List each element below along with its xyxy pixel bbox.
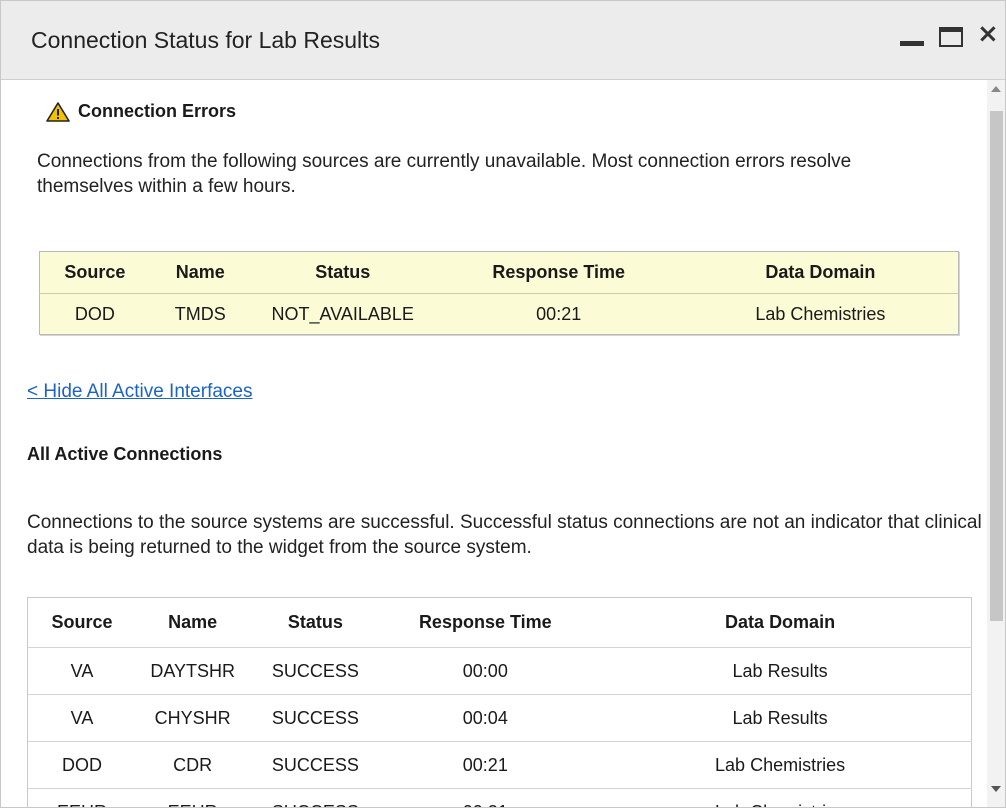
column-header-data-domain[interactable]: Data Domain (683, 252, 959, 294)
dialog-title: Connection Status for Lab Results (31, 27, 381, 53)
column-header-source[interactable]: Source (28, 598, 137, 648)
cell-response-time: 00:21 (381, 789, 589, 808)
table-row: VA DAYTSHR SUCCESS 00:00 Lab Results (27, 647, 972, 695)
active-connections-table: Source Name Status Response Time Data Do… (27, 597, 972, 807)
cell-status: SUCCESS (249, 789, 381, 808)
column-header-status[interactable]: Status (249, 598, 381, 648)
table-header-row: Source Name Status Response Time Data Do… (39, 252, 959, 294)
column-header-data-domain[interactable]: Data Domain (589, 598, 971, 648)
cell-response-time: 00:21 (536, 303, 582, 324)
connection-errors-heading: Connection Errors (46, 101, 236, 122)
cell-source: VA (70, 660, 94, 681)
active-connections-heading: All Active Connections (27, 444, 223, 464)
scroll-down-arrow-icon[interactable] (991, 786, 1001, 792)
hide-active-interfaces-link[interactable]: < Hide All Active Interfaces (27, 381, 252, 403)
table-row: EEHR EEHR SUCCESS 00:21 Lab Chemistries (27, 788, 972, 808)
cell-response-time: 00:00 (462, 660, 508, 681)
close-icon[interactable]: × (975, 19, 1001, 53)
cell-status: SUCCESS (271, 660, 359, 681)
column-header-name[interactable]: Name (150, 252, 251, 294)
cell-status: SUCCESS (271, 754, 359, 775)
maximize-icon[interactable] (939, 19, 969, 53)
cell-source: EEHR (28, 789, 137, 808)
cell-name: CDR (173, 754, 213, 775)
column-header-source[interactable]: Source (40, 252, 150, 294)
cell-data-domain: Lab Chemistries (755, 303, 886, 324)
cell-source: VA (70, 707, 94, 728)
column-header-response-time[interactable]: Response Time (381, 598, 589, 648)
column-header-response-time[interactable]: Response Time (435, 252, 683, 294)
minimize-icon[interactable] (900, 19, 928, 53)
dialog-content: Connection Errors Connections from the f… (1, 80, 987, 807)
cell-status: SUCCESS (271, 707, 359, 728)
scrollbar-thumb[interactable] (990, 111, 1003, 621)
table-row: DOD CDR SUCCESS 00:21 Lab Chemistries (27, 741, 972, 789)
cell-data-domain: Lab Chemistries (715, 754, 846, 775)
connection-status-dialog: Connection Status for Lab Results × Conn… (0, 0, 1006, 808)
cell-name: CHYSHR (154, 707, 231, 728)
connection-errors-table: Source Name Status Response Time Data Do… (39, 251, 959, 335)
cell-response-time: 00:21 (462, 754, 508, 775)
active-connections-description: Connections to the source systems are su… (27, 512, 982, 558)
cell-response-time: 00:04 (462, 707, 508, 728)
cell-name: TMDS (174, 303, 226, 324)
table-header-row: Source Name Status Response Time Data Do… (28, 598, 972, 648)
cell-data-domain: Lab Chemistries (589, 789, 971, 808)
column-header-status[interactable]: Status (251, 252, 435, 294)
scroll-up-arrow-icon[interactable] (991, 86, 1001, 92)
column-header-name[interactable]: Name (136, 598, 249, 648)
table-row: DOD TMDS NOT_AVAILABLE 00:21 Lab Chemist… (40, 294, 959, 335)
cell-data-domain: Lab Results (732, 660, 828, 681)
table-row: VA CHYSHR SUCCESS 00:04 Lab Results (27, 694, 972, 742)
title-bar: Connection Status for Lab Results × (1, 1, 1005, 80)
connection-errors-heading-text: Connection Errors (78, 101, 237, 121)
cell-source: DOD (62, 754, 103, 775)
warning-triangle-icon (46, 101, 70, 122)
cell-source: DOD (74, 303, 115, 324)
connection-errors-description: Connections from the following sources a… (37, 151, 852, 197)
cell-data-domain: Lab Results (732, 707, 828, 728)
cell-status: NOT_AVAILABLE (271, 303, 414, 324)
cell-name: DAYTSHR (150, 660, 236, 681)
cell-name: EEHR (136, 789, 249, 808)
